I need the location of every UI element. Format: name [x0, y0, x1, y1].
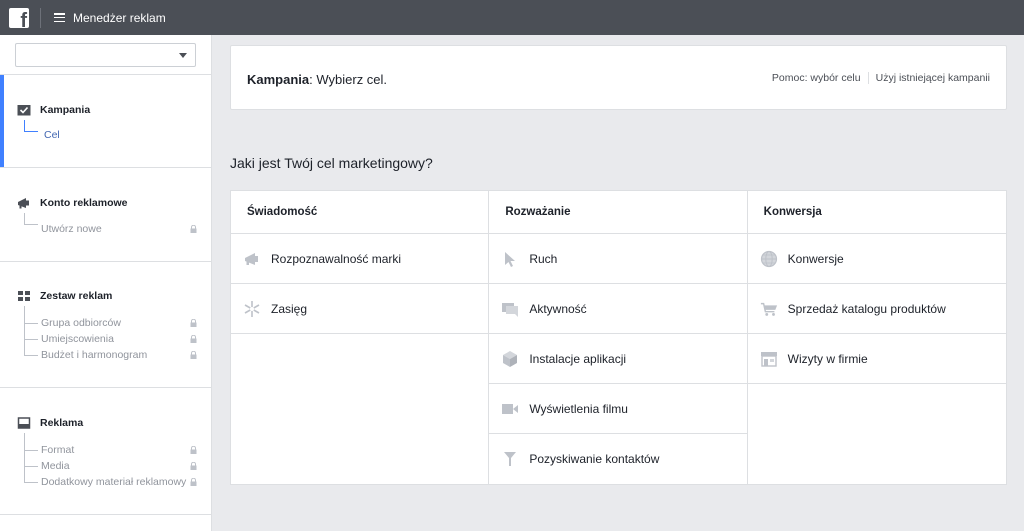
objective-column-awareness: Świadomość Rozpoznawalność marki Zasięg	[231, 191, 490, 484]
sidebar-item-create-new[interactable]: Utwórz nowe	[41, 223, 201, 235]
tree-line	[24, 224, 38, 225]
sidebar-divider	[0, 167, 211, 168]
chevron-down-icon	[179, 53, 187, 58]
objective-column-conversion: Konwersja Konwersje Sprzedaż katalogu pr…	[747, 191, 1006, 484]
sidebar-item-placements[interactable]: Umiejscowienia	[41, 333, 201, 345]
objective-label: Aktywność	[529, 301, 587, 316]
snowflake-icon	[244, 300, 260, 317]
app-title[interactable]: Menedżer reklam	[73, 11, 166, 25]
objective-label: Rozpoznawalność marki	[271, 251, 402, 266]
tree-line	[24, 466, 38, 467]
objective-reach[interactable]: Zasięg	[231, 284, 489, 334]
tree-line	[24, 131, 38, 132]
objective-question: Jaki jest Twój cel marketingowy?	[230, 155, 433, 171]
lock-icon	[190, 462, 197, 470]
objective-conversions[interactable]: Konwersje	[747, 234, 1006, 284]
page-title-bold: Kampania	[247, 72, 310, 87]
objective-label: Konwersje	[787, 251, 844, 266]
active-section-indicator	[0, 75, 4, 167]
tree-line	[24, 306, 25, 356]
tree-line	[24, 482, 38, 483]
objective-column-consideration: Rozważanie Ruch Aktywność Instalacje apl…	[489, 191, 748, 484]
store-icon	[760, 351, 777, 367]
cube-icon	[503, 350, 518, 367]
tree-line	[24, 323, 38, 324]
objective-store-visits[interactable]: Wizyty w firmie	[747, 334, 1006, 384]
objective-catalog-sales[interactable]: Sprzedaż katalogu produktów	[747, 284, 1006, 334]
cursor-icon	[505, 251, 516, 267]
chat-icon	[502, 302, 519, 317]
use-existing-campaign-link[interactable]: Użyj istniejącej kampanii	[876, 72, 990, 84]
header-links: Pomoc: wybór celu Użyj istniejącej kampa…	[772, 72, 990, 84]
page-title: Kampania: Wybierz cel.	[247, 72, 387, 87]
sidebar-item-cel[interactable]: Cel	[44, 129, 204, 141]
sidebar-section-campaign[interactable]: Kampania	[17, 104, 90, 116]
sidebar-section-ad[interactable]: Reklama	[17, 417, 83, 429]
logo-letter: f	[20, 9, 27, 28]
hamburger-menu-icon[interactable]	[54, 13, 65, 22]
campaign-header-card: Kampania: Wybierz cel. Pomoc: wybór celu…	[230, 45, 1007, 110]
sidebar-section-ad-account[interactable]: Konto reklamowe	[17, 197, 128, 209]
sidebar-section-label: Reklama	[40, 417, 84, 429]
lock-icon	[190, 446, 197, 454]
top-bar: f Menedżer reklam	[0, 0, 1024, 35]
column-heading: Rozważanie	[489, 191, 747, 234]
sidebar-section-label: Zestaw reklam	[40, 290, 113, 302]
column-heading: Świadomość	[231, 191, 489, 234]
account-select[interactable]	[15, 43, 196, 67]
link-divider	[867, 72, 869, 84]
lock-icon	[190, 335, 197, 343]
objective-label: Wizyty w firmie	[787, 351, 868, 366]
objective-label: Instalacje aplikacji	[529, 351, 627, 366]
sidebar-section-ad-set[interactable]: Zestaw reklam	[17, 290, 112, 302]
sidebar-divider	[0, 74, 211, 75]
sidebar-item-budget[interactable]: Budżet i harmonogram	[41, 349, 201, 361]
checkbox-icon	[17, 105, 31, 116]
lock-icon	[190, 478, 197, 486]
megaphone-icon	[245, 252, 258, 265]
objectives-grid: Świadomość Rozpoznawalność marki Zasięg …	[230, 190, 1007, 485]
objective-label: Sprzedaż katalogu produktów	[787, 301, 946, 316]
lock-icon	[190, 351, 197, 359]
sidebar-item-audience[interactable]: Grupa odbiorców	[41, 317, 201, 329]
tree-line	[24, 355, 38, 356]
objective-brand-awareness[interactable]: Rozpoznawalność marki	[231, 234, 489, 284]
sidebar-section-label: Kampania	[40, 104, 91, 116]
help-link[interactable]: Pomoc: wybór celu	[772, 72, 861, 84]
objective-app-installs[interactable]: Instalacje aplikacji	[489, 334, 747, 384]
objective-label: Ruch	[529, 251, 558, 266]
lock-icon	[190, 319, 197, 327]
ad-icon	[17, 417, 31, 429]
objective-lead-generation[interactable]: Pozyskiwanie kontaktów	[489, 434, 746, 484]
objective-video-views[interactable]: Wyświetlenia filmu	[489, 384, 747, 434]
funnel-icon	[504, 452, 517, 466]
objective-engagement[interactable]: Aktywność	[489, 284, 747, 334]
sidebar-item-additional-creative[interactable]: Dodatkowy materiał reklamowy	[41, 476, 201, 488]
grid-icon	[18, 291, 30, 301]
sidebar-divider	[0, 514, 211, 515]
sidebar: Kampania Cel Konto reklamowe Utwórz nowe…	[0, 35, 212, 531]
sidebar-divider	[0, 387, 211, 388]
globe-icon	[760, 250, 777, 267]
sidebar-section-label: Konto reklamowe	[40, 197, 128, 209]
page-title-rest: : Wybierz cel.	[309, 72, 388, 87]
facebook-logo-icon[interactable]: f	[9, 7, 29, 28]
cart-icon	[760, 302, 777, 316]
video-icon	[502, 403, 519, 414]
objective-label: Pozyskiwanie kontaktów	[529, 452, 660, 466]
sidebar-divider	[0, 261, 211, 262]
objective-label: Zasięg	[271, 301, 308, 316]
sidebar-item-format[interactable]: Format	[41, 444, 201, 456]
topbar-divider	[40, 7, 41, 28]
objective-traffic[interactable]: Ruch	[489, 234, 747, 284]
objective-label: Wyświetlenia filmu	[529, 401, 628, 416]
megaphone-icon	[18, 198, 29, 209]
tree-line	[24, 433, 25, 483]
tree-line	[24, 450, 38, 451]
sidebar-item-media[interactable]: Media	[41, 460, 201, 472]
column-heading: Konwersja	[747, 191, 1006, 234]
tree-line	[24, 339, 38, 340]
lock-icon	[190, 225, 197, 233]
